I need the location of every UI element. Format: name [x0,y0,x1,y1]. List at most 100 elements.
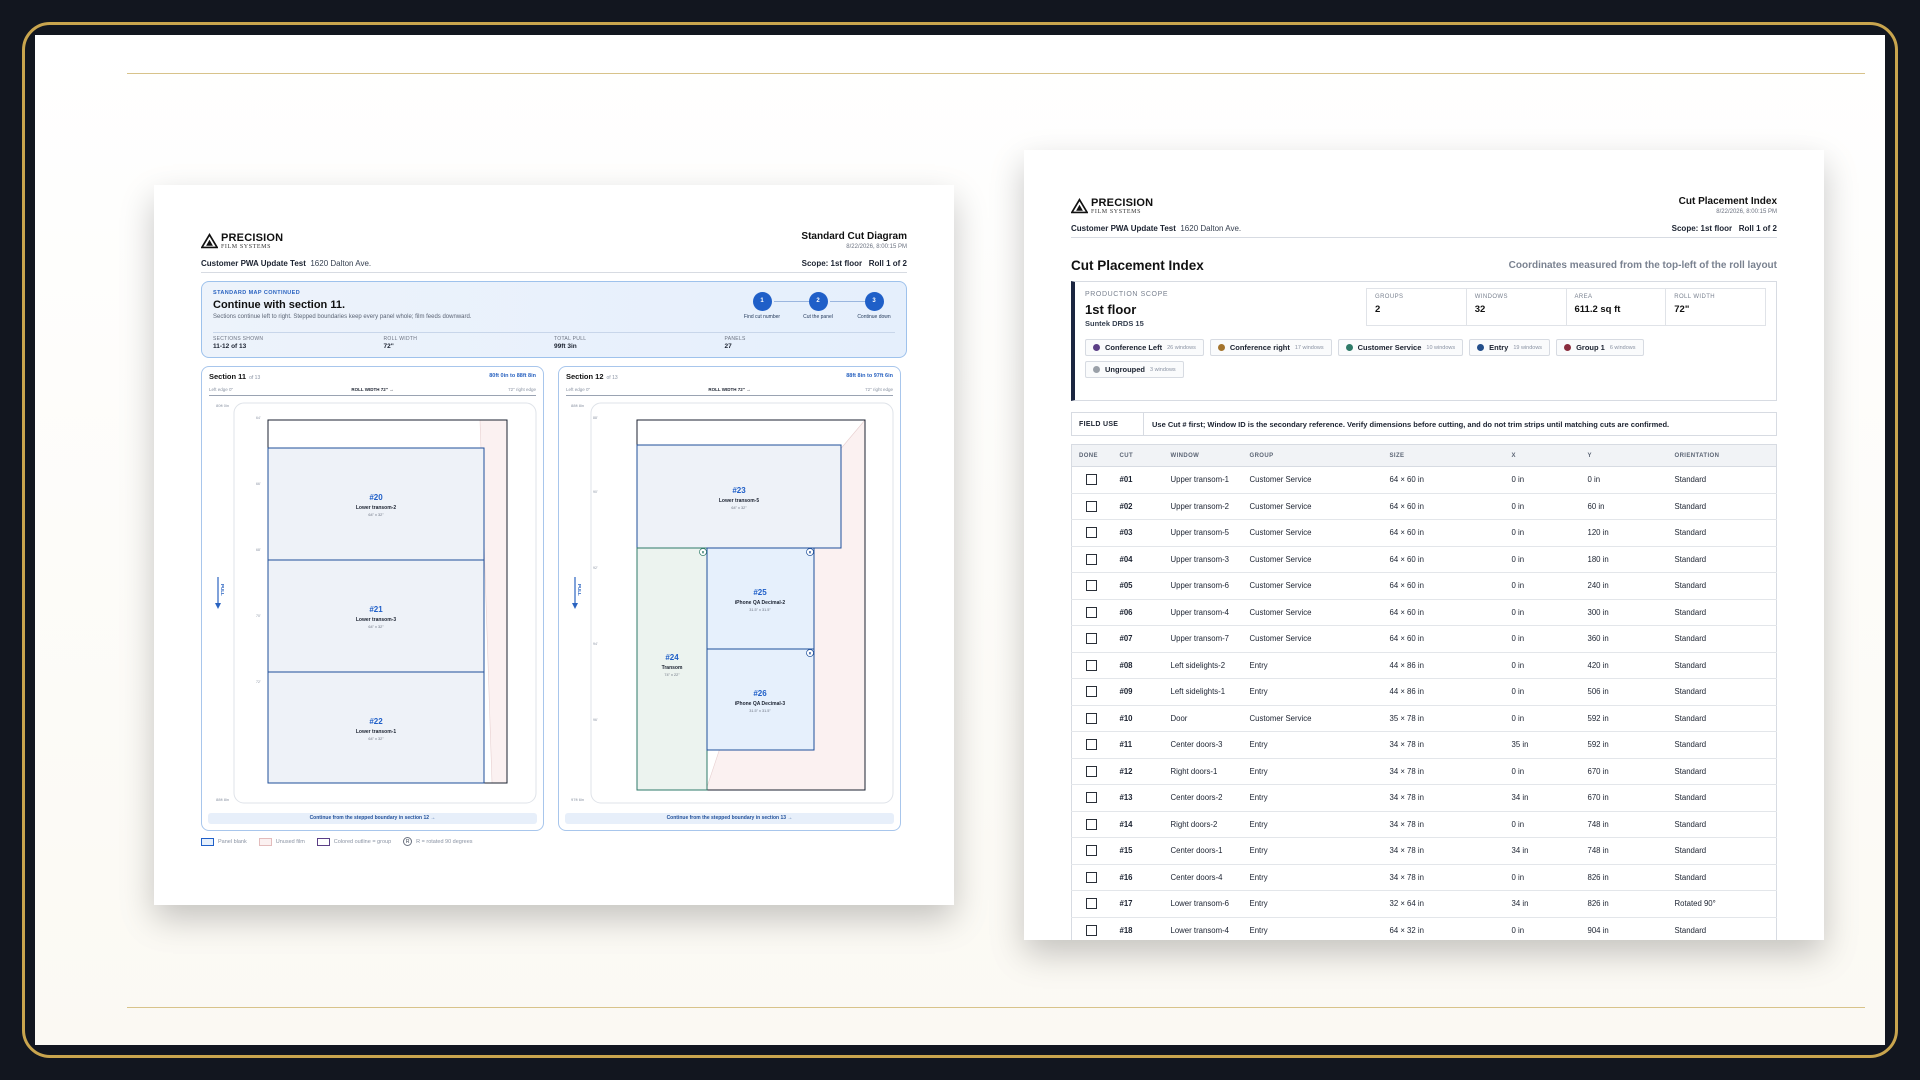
done-checkbox[interactable] [1086,633,1097,645]
group-cell: Customer Service [1242,466,1383,494]
table-header-row: DONE CUT WINDOW GROUP SIZE X Y ORIENTATI… [1071,444,1777,467]
section-range: 80ft 0in to 88ft 8in [489,373,536,379]
done-cell[interactable] [1071,652,1113,679]
right-edge-label: 72" right edge [865,387,893,392]
scope-eyebrow: PRODUCTION SCOPE [1085,291,1169,298]
done-checkbox[interactable] [1086,765,1097,777]
top-rule [127,73,1865,74]
done-cell[interactable] [1071,546,1113,573]
cut-cell: #06 [1112,599,1164,626]
field-use-text: Use Cut # first; Window ID is the second… [1152,420,1670,429]
table-row: #09 Left sidelights-1 Entry 44 × 86 in 0 in 5… [1071,678,1777,706]
done-cell[interactable] [1071,705,1113,732]
window-cell: Upper transom-7 [1163,625,1243,653]
done-cell[interactable] [1071,758,1113,785]
done-checkbox[interactable] [1086,686,1097,698]
table-row: #05 Upper transom-6 Customer Service 64 × 6… [1071,572,1777,600]
size-cell: 34 × 78 in [1382,811,1505,838]
done-cell[interactable] [1071,784,1113,812]
y-cell: 592 in [1580,731,1668,759]
svg-text:90': 90' [593,490,598,494]
done-cell[interactable] [1071,572,1113,600]
done-checkbox[interactable] [1086,712,1097,724]
done-cell[interactable] [1071,890,1113,918]
group-name: Group 1 [1576,343,1605,352]
done-checkbox[interactable] [1086,871,1097,883]
done-cell[interactable] [1071,519,1113,547]
cut-cell: #04 [1112,546,1164,573]
table-row: #16 Center doors-4 Entry 34 × 78 in 0 in 826 … [1071,864,1777,891]
window-cell: Right doors-2 [1163,811,1243,838]
done-cell[interactable] [1071,466,1113,494]
window-cell: Upper transom-1 [1163,466,1243,494]
group-color-dot-icon [1345,344,1353,351]
window-cell: Upper transom-5 [1163,519,1243,547]
done-cell[interactable] [1071,493,1113,520]
done-cell[interactable] [1071,625,1113,653]
section-footer: Continue from the stepped boundary in se… [565,813,894,824]
cut-cell: #05 [1112,572,1164,600]
done-checkbox[interactable] [1086,500,1097,512]
svg-text:64': 64' [256,416,261,420]
done-cell[interactable] [1071,811,1113,838]
done-checkbox[interactable] [1086,553,1097,565]
brand-mark-icon [201,233,218,249]
banner-subtitle: Sections continue left to right. Stepped… [213,314,472,320]
field-use-note: FIELD USE Use Cut # first; Window ID is … [1071,412,1777,436]
done-checkbox[interactable] [1086,580,1097,592]
done-checkbox[interactable] [1086,659,1097,671]
col-window: WINDOW [1163,444,1243,467]
y-cell: 592 in [1580,705,1668,732]
done-cell[interactable] [1071,864,1113,891]
done-checkbox[interactable] [1086,924,1097,936]
section-of: of 13 [606,375,618,381]
step-number: 1 [752,292,772,311]
group-color-dot-icon [1477,344,1485,351]
panel-cut-id: #23 [732,486,746,495]
bottom-tick-label: 97ft 6in [571,797,584,802]
stat-sections: SECTIONS SHOWN 11-12 of 13 [213,336,264,350]
done-cell[interactable] [1071,837,1113,865]
done-checkbox[interactable] [1086,739,1097,751]
col-done: DONE [1071,444,1113,467]
orientation-cell: Standard [1667,519,1777,547]
svg-text:68': 68' [256,548,261,552]
window-cell: Center doors-2 [1163,784,1243,812]
rotated-icon: R [403,837,413,846]
orientation-cell: Standard [1667,572,1777,600]
group-name: Conference Left [1105,343,1163,352]
svg-text:94': 94' [593,642,598,646]
y-cell: 240 in [1580,572,1668,600]
section-range: 88ft 8in to 97ft 6in [846,373,893,379]
panel-size: 64" x 32" [731,506,747,510]
done-checkbox[interactable] [1086,898,1097,910]
orientation-cell: Standard [1667,837,1777,865]
group-count: 10 windows [1426,344,1456,351]
done-checkbox[interactable] [1086,792,1097,804]
x-cell: 0 in [1504,572,1581,600]
done-checkbox[interactable] [1086,527,1097,539]
done-cell[interactable] [1071,678,1113,706]
page-header-right: Cut Placement Index 8/22/2026, 8:00:15 P… [1679,196,1777,215]
legend-item-unused: Unused film [258,837,305,846]
done-checkbox[interactable] [1086,818,1097,830]
pull-arrow-head-icon [572,603,578,609]
pull-label: PULL [220,584,225,596]
table-row: #15 Center doors-1 Entry 34 × 78 in 34 in 748… [1071,837,1777,865]
section-11-diagram: 80ft 0in 88ft 8in PULL 64' 66' 68' 70' 72' #… [215,402,537,804]
y-cell: 826 in [1580,890,1668,918]
done-checkbox[interactable] [1086,474,1097,486]
section-of: of 13 [249,375,261,381]
done-cell[interactable] [1071,731,1113,759]
done-cell[interactable] [1071,599,1113,626]
done-checkbox[interactable] [1086,606,1097,618]
group-count: 17 windows [1294,344,1324,351]
x-cell: 34 in [1504,784,1581,812]
done-cell[interactable] [1071,917,1113,940]
done-checkbox[interactable] [1086,845,1097,857]
x-cell: 0 in [1504,705,1581,732]
panel-size: 64" x 32" [368,737,384,741]
panel-name: Lower transom-1 [356,729,397,735]
x-cell: 0 in [1504,758,1581,785]
panel-23 [636,444,842,549]
